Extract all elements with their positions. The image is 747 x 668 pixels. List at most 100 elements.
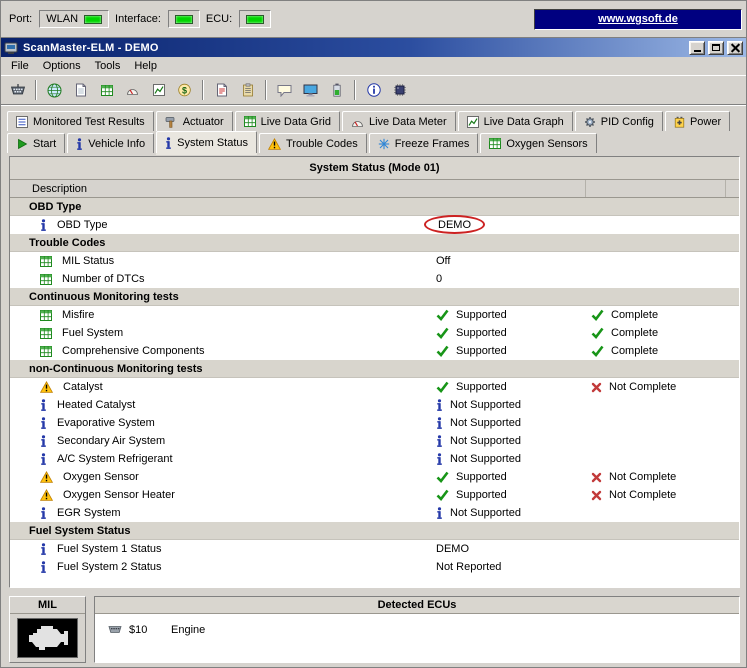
start-icon	[16, 138, 28, 150]
toolbar-monitor-button[interactable]	[298, 78, 323, 102]
close-button[interactable]	[727, 40, 743, 55]
tab-live-data-graph[interactable]: Live Data Graph	[457, 111, 573, 131]
toolbar-report-button[interactable]	[209, 78, 234, 102]
toolbar-battery-button[interactable]	[324, 78, 349, 102]
row-value: Supported	[456, 345, 507, 357]
toolbar-meter-button[interactable]	[120, 78, 145, 102]
table-row-oxygen-sensor[interactable]: Oxygen Sensor Supported Not Complete	[10, 468, 739, 486]
table-row-secondary-air-system[interactable]: Secondary Air System Not Supported	[10, 432, 739, 450]
battery-icon	[332, 83, 341, 97]
tab-vehicle-info[interactable]: Vehicle Info	[67, 133, 155, 153]
toolbar-chip-button[interactable]	[387, 78, 412, 102]
info-icon	[76, 137, 83, 150]
row-status: Complete	[611, 309, 659, 321]
tabs-area: Monitored Test Results Actuator Live Data …	[1, 105, 746, 153]
tab-freeze-frames[interactable]: Freeze Frames	[368, 133, 479, 153]
row-value: Not Reported	[436, 561, 502, 573]
warning-icon	[40, 489, 53, 501]
table-row-number-of-dtcs[interactable]: Number of DTCs 0	[10, 270, 739, 288]
detected-ecus-body: $10 Engine	[95, 614, 739, 636]
chat-icon	[277, 84, 292, 97]
toolbar-grid-button[interactable]	[94, 78, 119, 102]
table-row-mil-status[interactable]: MIL Status Off	[10, 252, 739, 270]
info-icon	[40, 417, 47, 429]
grid-icon	[100, 84, 113, 96]
mil-lamp	[17, 618, 78, 658]
tab-monitored-test-results[interactable]: Monitored Test Results	[7, 111, 154, 131]
toolbar-about-info-button[interactable]	[361, 78, 386, 102]
tab-label: Live Data Grid	[260, 115, 331, 128]
cross-icon	[591, 490, 602, 501]
menu-file[interactable]: File	[4, 58, 36, 74]
table-row-a-c-system-refrigerant[interactable]: A/C System Refrigerant Not Supported	[10, 450, 739, 468]
column-header-2[interactable]	[432, 180, 585, 197]
column-header-description[interactable]: Description	[10, 180, 432, 197]
toolbar-clipboard-button[interactable]	[235, 78, 260, 102]
graph-icon	[466, 115, 479, 128]
maximize-button[interactable]	[708, 40, 724, 55]
warning-icon	[40, 381, 53, 393]
tab-trouble-codes[interactable]: Trouble Codes	[259, 133, 367, 153]
mil-panel: MIL	[9, 596, 86, 663]
table-row-egr-system[interactable]: EGR System Not Supported	[10, 504, 739, 522]
tab-start[interactable]: Start	[7, 133, 66, 153]
row-status: Complete	[611, 345, 659, 357]
row-value: DEMO	[436, 543, 469, 555]
tab-pid-config[interactable]: PID Config	[574, 111, 663, 131]
website-link[interactable]: www.wgsoft.de	[534, 8, 742, 30]
table-row-obd-type[interactable]: OBD Type DEMO	[10, 215, 739, 234]
menu-help[interactable]: Help	[127, 58, 164, 74]
port-field: WLAN	[39, 10, 110, 28]
clipboard-icon	[242, 83, 254, 97]
tab-system-status[interactable]: System Status	[156, 131, 258, 153]
info-icon	[40, 399, 47, 411]
grid-icon	[40, 309, 52, 321]
menu-options[interactable]: Options	[36, 58, 88, 74]
info-icon	[40, 453, 47, 465]
menu-bar: File Options Tools Help	[1, 57, 746, 75]
interface-field	[167, 10, 200, 28]
row-status: Not Complete	[609, 489, 677, 501]
minimize-button[interactable]	[689, 40, 705, 55]
tab-live-data-grid[interactable]: Live Data Grid	[234, 111, 340, 131]
row-label: OBD Type	[57, 219, 108, 231]
toolbar-globe-button[interactable]	[42, 78, 67, 102]
table-row-oxygen-sensor-heater[interactable]: Oxygen Sensor Heater Supported Not Complet…	[10, 486, 739, 504]
toolbar-chat-button[interactable]	[272, 78, 297, 102]
row-value: Not Supported	[450, 399, 521, 411]
tab-actuator[interactable]: Actuator	[155, 111, 233, 131]
table-row-evaporative-system[interactable]: Evaporative System Not Supported	[10, 414, 739, 432]
ecu-address: $10	[129, 623, 148, 636]
table-row-misfire[interactable]: Misfire Supported Complete	[10, 306, 739, 324]
monitor-icon	[303, 84, 318, 97]
section-header-trouble-codes: Trouble Codes	[10, 234, 739, 252]
toolbar-document-button[interactable]	[68, 78, 93, 102]
table-row-heated-catalyst[interactable]: Heated Catalyst Not Supported	[10, 396, 739, 414]
menu-tools[interactable]: Tools	[88, 58, 128, 74]
section-header-obd-type: OBD Type	[10, 198, 739, 216]
table-row-catalyst[interactable]: Catalyst Supported Not Complete	[10, 378, 739, 396]
check-icon	[591, 327, 604, 339]
column-header-3[interactable]	[585, 180, 725, 197]
section-title: Trouble Codes	[29, 236, 106, 249]
table-row-comprehensive-components[interactable]: Comprehensive Components Supported Complet…	[10, 342, 739, 360]
toolbar-dollar-button[interactable]: $	[172, 78, 197, 102]
detected-ecus-title: Detected ECUs	[95, 597, 739, 614]
tab-power[interactable]: Power	[664, 111, 731, 131]
ecu-entry[interactable]: $10 Engine	[95, 614, 739, 636]
toolbar-obd-plug-button[interactable]	[5, 78, 30, 102]
tab-label: Power	[689, 115, 722, 128]
window-titlebar[interactable]: ScanMaster-ELM - DEMO	[1, 38, 746, 57]
table-row-fuel-system-2-status[interactable]: Fuel System 2 Status Not Reported	[10, 558, 739, 576]
about-info-icon	[366, 83, 381, 97]
row-label: A/C System Refrigerant	[57, 453, 173, 465]
table-row-fuel-system-1-status[interactable]: Fuel System 1 Status DEMO	[10, 540, 739, 558]
window-icon[interactable]	[4, 41, 18, 55]
toolbar-graph-button[interactable]	[146, 78, 171, 102]
tab-oxygen-sensors[interactable]: Oxygen Sensors	[480, 133, 597, 153]
row-label: Secondary Air System	[57, 435, 166, 447]
tab-live-data-meter[interactable]: Live Data Meter	[341, 111, 456, 131]
column-header-4[interactable]	[725, 180, 739, 197]
table-row-fuel-system[interactable]: Fuel System Supported Complete	[10, 324, 739, 342]
check-icon	[591, 309, 604, 321]
